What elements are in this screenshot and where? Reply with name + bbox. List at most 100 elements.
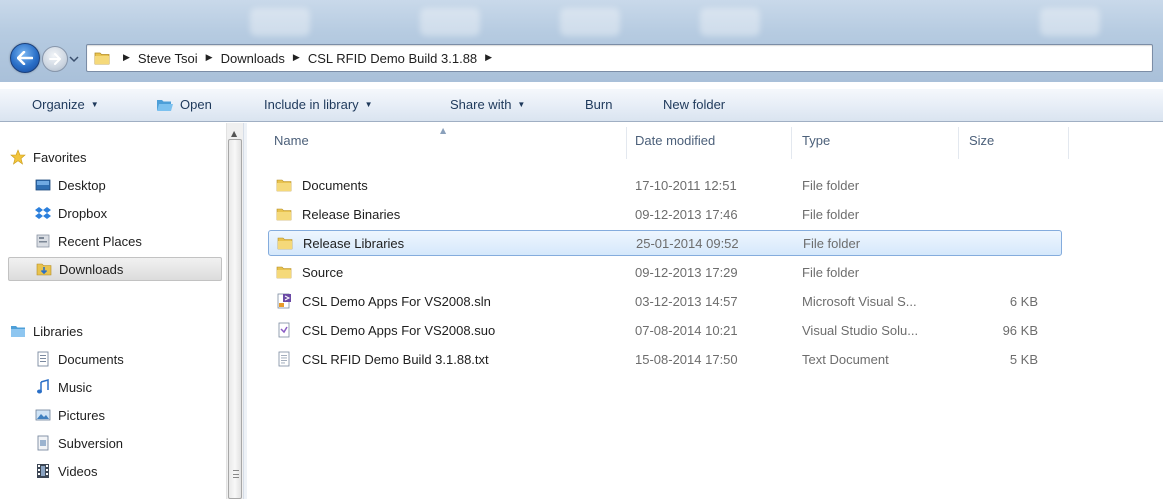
file-row-release-binaries[interactable]: Release Binaries 09-12-2013 17:46 File f… [268,202,1062,228]
back-button[interactable] [10,43,40,73]
forward-button[interactable] [42,46,68,72]
scroll-up-arrow-icon[interactable]: ▲ [231,129,237,138]
sidebar-item-music[interactable]: Music [35,375,92,399]
downloads-folder-icon [36,263,52,276]
sidebar-item-dropbox[interactable]: Dropbox [35,201,107,225]
aero-blur [700,8,760,36]
sidebar-item-recent-places[interactable]: Recent Places [35,229,142,253]
column-header-type[interactable]: Type [802,133,830,148]
sidebar-item-label: Videos [58,463,98,479]
videos-icon [37,464,49,478]
file-name: CSL RFID Demo Build 3.1.88.txt [302,352,489,367]
column-header-date-modified[interactable]: Date modified [635,133,715,148]
aero-blur [250,8,310,36]
breadcrumb-downloads[interactable]: Downloads [221,51,285,66]
file-row-documents[interactable]: Documents 17-10-2011 12:51 File folder [268,173,1062,199]
dropbox-icon [35,207,51,219]
breadcrumb-current-folder[interactable]: CSL RFID Demo Build 3.1.88 [308,51,477,66]
sidebar-item-label: Downloads [59,261,124,277]
chevron-down-icon: ▼ [90,100,99,109]
sidebar-item-subversion[interactable]: Subversion [35,431,123,455]
sidebar-item-documents[interactable]: Documents [35,347,124,371]
include-in-library-label: Include in library [264,97,359,112]
navigation-scrollbar[interactable]: ▲ [226,123,243,499]
file-size: 96 KB [1002,323,1038,338]
column-header-name[interactable]: Name [274,133,309,148]
file-row-txt[interactable]: CSL RFID Demo Build 3.1.88.txt 15-08-201… [268,347,1062,373]
file-row-source[interactable]: Source 09-12-2013 17:29 File folder [268,260,1062,286]
file-name: CSL Demo Apps For VS2008.suo [302,323,496,338]
sidebar-item-downloads[interactable]: Downloads [8,257,222,281]
file-row-suo[interactable]: CSL Demo Apps For VS2008.suo 07-08-2014 … [268,318,1062,344]
breadcrumb-separator[interactable]: ▶ [293,53,300,63]
share-with-button[interactable]: Share with ▼ [450,97,525,112]
file-date: 15-08-2014 17:50 [635,352,738,367]
new-folder-button[interactable]: New folder [663,97,725,112]
sidebar-item-desktop[interactable]: Desktop [35,173,106,197]
file-type: File folder [802,265,860,280]
sidebar-item-label: Music [58,379,92,395]
folder-icon [276,179,292,192]
file-row-release-libraries[interactable]: Release Libraries 25-01-2014 09:52 File … [268,230,1062,256]
grip-icon [233,470,239,478]
libraries-label: Libraries [33,323,83,339]
address-bar[interactable]: ▶ Steve Tsoi ▶ Downloads ▶ CSL RFID Demo… [86,44,1153,72]
folder-icon [94,52,110,65]
sidebar-item-label: Subversion [58,435,124,451]
recent-places-icon [36,234,50,248]
sidebar-item-label: Dropbox [58,205,108,221]
file-row-sln[interactable]: CSL Demo Apps For VS2008.sln 03-12-2013 … [268,289,1062,315]
breadcrumb-separator[interactable]: ▶ [206,53,213,63]
file-date: 07-08-2014 10:21 [635,323,738,338]
window-title-area: ▶ Steve Tsoi ▶ Downloads ▶ CSL RFID Demo… [0,0,1163,82]
file-date: 17-10-2011 12:51 [635,178,737,193]
share-with-label: Share with [450,97,512,112]
file-size: 5 KB [1009,352,1038,367]
libraries-icon [11,326,25,337]
open-label: Open [180,97,212,112]
file-date: 09-12-2013 17:46 [635,207,738,222]
pane-splitter[interactable] [243,123,247,499]
burn-label: Burn [585,97,613,112]
column-divider[interactable] [1068,127,1069,159]
vs-solution-icon [277,293,291,309]
nav-favorites[interactable]: Favorites [10,145,86,169]
file-list: ▲ Name Date modified Type Size Documents… [248,123,1163,499]
organize-label: Organize [32,97,85,112]
column-divider[interactable] [791,127,792,159]
file-type: File folder [802,207,860,222]
burn-button[interactable]: Burn [585,97,612,112]
recent-pages-dropdown[interactable] [68,52,80,66]
sort-ascending-icon: ▲ [440,126,447,135]
sidebar-item-pictures[interactable]: Pictures [35,403,105,427]
open-folder-icon [157,99,173,111]
nav-libraries[interactable]: Libraries [10,319,83,343]
file-name: Documents [302,178,368,193]
open-button[interactable]: Open [156,97,212,112]
file-type: Visual Studio Solu... [802,323,919,338]
sidebar-item-videos[interactable]: Videos [35,459,98,483]
new-folder-label: New folder [663,97,726,112]
folder-icon [276,208,292,221]
arrow-left-icon [17,51,33,65]
suo-file-icon [278,322,290,338]
file-date: 09-12-2013 17:29 [635,265,738,280]
file-date: 25-01-2014 09:52 [636,236,739,251]
file-name: Source [302,265,344,280]
folder-icon [277,237,293,250]
column-divider[interactable] [626,127,627,159]
star-icon [10,149,26,165]
organize-button[interactable]: Organize ▼ [32,97,99,112]
column-header-size[interactable]: Size [969,133,994,148]
breadcrumb-separator[interactable]: ▶ [123,53,130,63]
breadcrumb-separator[interactable]: ▶ [485,53,492,63]
include-in-library-button[interactable]: Include in library ▼ [264,97,373,112]
navigation-pane: Favorites Desktop Dropbox Recent Places … [0,123,247,499]
file-name: Release Binaries [302,207,401,222]
breadcrumb-steve-tsoi[interactable]: Steve Tsoi [138,51,198,66]
scrollbar-thumb[interactable] [228,139,242,499]
text-file-icon [278,351,290,367]
column-divider[interactable] [958,127,959,159]
sidebar-item-label: Recent Places [58,233,142,249]
aero-blur [560,8,620,36]
